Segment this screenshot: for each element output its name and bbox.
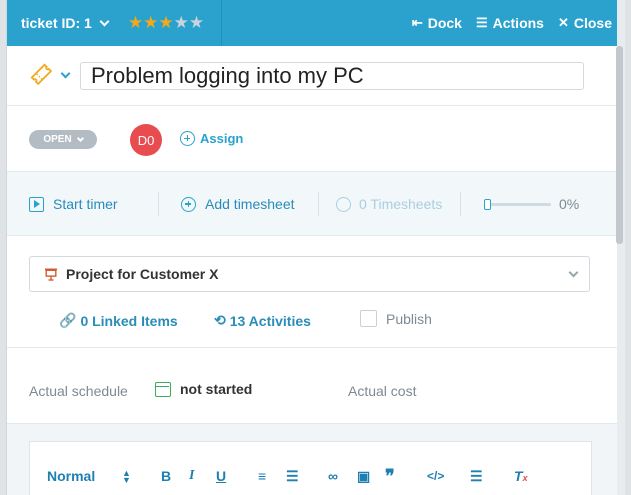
clear-format-icon[interactable]: Tx	[514, 468, 528, 484]
divider	[158, 192, 159, 216]
actions-label: Actions	[492, 15, 544, 31]
actions-button[interactable]: ☰ Actions	[476, 15, 544, 31]
italic-icon[interactable]: I	[189, 468, 194, 484]
image-icon[interactable]: ▣	[357, 468, 370, 485]
background-app-right	[625, 0, 631, 495]
format-select[interactable]: Normal	[47, 468, 95, 484]
align-icon[interactable]: ☰	[470, 468, 483, 485]
star-filled-icon[interactable]: ★	[128, 13, 143, 32]
editor-toolbar: Normal ▲ ▼ B I U ≡ ☰ ∞ ▣ ❞ </> ☰ Tx	[30, 466, 593, 490]
project-select-value: Project for Customer X	[66, 266, 219, 282]
quote-icon[interactable]: ❞	[385, 466, 395, 487]
close-button[interactable]: ✕ Close	[558, 15, 612, 31]
assign-label: Assign	[200, 131, 244, 146]
ticket-id-menu[interactable]: ticket ID: 1 ★★★★★	[7, 0, 222, 46]
presentation-board-icon	[45, 268, 57, 281]
updown-arrows-icon[interactable]: ▲ ▼	[122, 469, 131, 485]
dock-icon: ⇤	[411, 15, 423, 30]
ticket-panel: ticket ID: 1 ★★★★★ ⇤ Dock ☰ Actions ✕ Cl…	[6, 0, 617, 495]
star-empty-icon[interactable]: ★	[174, 13, 189, 32]
publish-label: Publish	[386, 310, 432, 327]
title-row	[7, 46, 617, 106]
timer-row: Start timer Add timesheet 0 Timesheets 0…	[7, 171, 617, 236]
ticket-id-label: ticket ID: 1	[21, 15, 92, 31]
linked-items-label: 0 Linked Items	[80, 312, 178, 329]
divider	[460, 192, 461, 216]
plus-circle-icon	[181, 196, 196, 212]
actual-schedule-label: Actual schedule	[29, 383, 128, 399]
rating-stars[interactable]: ★★★★★	[128, 13, 204, 33]
assign-button[interactable]: Assign	[180, 131, 243, 146]
scrollbar-thumb[interactable]	[616, 46, 623, 244]
chevron-down-icon	[76, 134, 84, 142]
rich-text-editor[interactable]: Normal ▲ ▼ B I U ≡ ☰ ∞ ▣ ❞ </> ☰ Tx	[29, 441, 592, 495]
refresh-icon: ⟲	[214, 312, 226, 328]
timesheets-link[interactable]: 0 Timesheets	[336, 196, 442, 212]
underline-icon[interactable]: U	[216, 468, 226, 484]
chevron-down-icon	[568, 267, 579, 278]
start-timer-button[interactable]: Start timer	[29, 196, 118, 212]
star-filled-icon[interactable]: ★	[158, 13, 173, 32]
project-select[interactable]: Project for Customer X	[29, 256, 590, 292]
description-section: Normal ▲ ▼ B I U ≡ ☰ ∞ ▣ ❞ </> ☰ Tx	[7, 424, 617, 495]
chevron-down-icon	[99, 16, 110, 26]
calendar-icon	[155, 381, 171, 397]
alarm-clock-icon	[336, 196, 351, 212]
add-timesheet-label: Add timesheet	[205, 196, 295, 212]
progress-slider-handle[interactable]	[484, 199, 491, 210]
close-icon: ✕	[557, 15, 569, 30]
panel-header: ticket ID: 1 ★★★★★ ⇤ Dock ☰ Actions ✕ Cl…	[7, 0, 617, 46]
actual-schedule-field[interactable]: not started	[155, 381, 252, 397]
publish-toggle[interactable]: Publish	[360, 310, 432, 327]
link-icon[interactable]: ∞	[328, 468, 338, 484]
link-icon: 🔗	[59, 312, 77, 328]
actual-schedule-value: not started	[180, 381, 253, 397]
status-row: OPEN D0 Assign	[7, 106, 617, 171]
progress-slider[interactable]	[484, 199, 551, 210]
menu-icon: ☰	[475, 15, 488, 30]
ticket-title-input[interactable]	[80, 62, 584, 90]
bold-icon[interactable]: B	[161, 468, 171, 484]
ticket-icon[interactable]	[29, 62, 53, 86]
plus-circle-icon	[180, 131, 195, 146]
progress-value: 0%	[559, 196, 580, 212]
timesheets-label: 0 Timesheets	[359, 196, 443, 212]
star-filled-icon[interactable]: ★	[143, 13, 158, 32]
status-dropdown[interactable]: OPEN	[29, 130, 97, 149]
star-empty-icon[interactable]: ★	[189, 13, 204, 32]
linked-items-link[interactable]: 🔗 0 Linked Items	[59, 312, 178, 329]
scrollbar[interactable]	[615, 46, 624, 495]
project-section: Project for Customer X 🔗 0 Linked Items …	[7, 236, 617, 348]
dock-button[interactable]: ⇤ Dock	[412, 15, 462, 31]
ordered-list-icon[interactable]: ≡	[258, 468, 266, 484]
bullet-list-icon[interactable]: ☰	[286, 468, 299, 485]
add-timesheet-button[interactable]: Add timesheet	[181, 196, 295, 212]
start-timer-label: Start timer	[53, 196, 118, 212]
header-actions: ⇤ Dock ☰ Actions ✕ Close	[398, 0, 612, 46]
close-label: Close	[573, 15, 612, 31]
status-label: OPEN	[43, 134, 72, 145]
activities-label: 13 Activities	[229, 312, 311, 329]
dock-label: Dock	[427, 15, 462, 31]
actual-cost-label: Actual cost	[348, 383, 417, 399]
chevron-down-icon[interactable]	[60, 68, 71, 79]
code-icon[interactable]: </>	[427, 469, 444, 483]
divider	[318, 192, 319, 216]
activities-link[interactable]: ⟲ 13 Activities	[214, 312, 311, 329]
publish-checkbox[interactable]	[360, 310, 377, 327]
avatar[interactable]: D0	[130, 124, 162, 156]
schedule-section: Actual schedule not started Actual cost	[7, 348, 617, 424]
play-icon	[29, 196, 44, 212]
